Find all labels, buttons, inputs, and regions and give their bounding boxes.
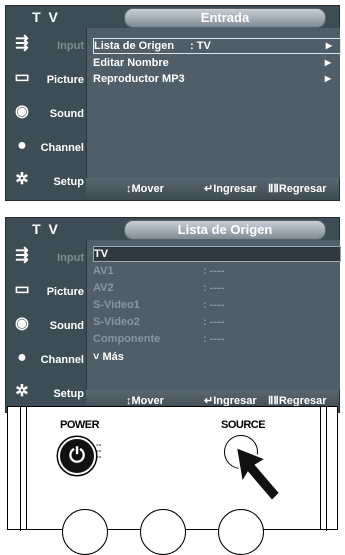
sidebar-item-label: Sound: [49, 320, 84, 332]
sidebar-item-channel[interactable]: ● Channel: [6, 342, 86, 376]
sound-icon: ◉: [15, 103, 29, 120]
sidebar-item-label: Input: [57, 252, 84, 264]
sidebar-item-label: Picture: [46, 286, 84, 298]
channel-icon: ●: [17, 349, 27, 366]
sound-icon: ◉: [15, 315, 29, 332]
arrow-right-icon: ▶: [324, 58, 331, 67]
source-value: : ----: [203, 265, 225, 277]
more-item[interactable]: ˅ Más: [93, 350, 339, 364]
source-item-av1[interactable]: AV1 : ----: [93, 264, 339, 278]
help-bar: ↕Mover ↵Ingresar ⅡⅡRegresar: [86, 178, 339, 200]
menu-item-label: Reproductor MP3: [93, 73, 185, 85]
sidebar-item-label: Picture: [46, 74, 84, 86]
pointer-arrow-icon: [236, 445, 282, 503]
osd-screen-source-list: T V Lista de Origen ⇶ Input ▭ Picture ◉ …: [5, 217, 341, 414]
power-icon: ⏻: [69, 445, 85, 467]
move-hint: ↕Mover: [126, 183, 164, 195]
number-button[interactable]: [218, 509, 264, 555]
more-label: ˅ Más: [93, 351, 124, 363]
input-icon: ⇶: [15, 35, 29, 52]
power-button[interactable]: ⏻: [58, 437, 96, 475]
menu-header: Entrada: [124, 8, 326, 28]
source-value: : ----: [203, 316, 225, 328]
sidebar: ⇶ Input ▭ Picture ◉ Sound ● Channel ✲ Se…: [6, 240, 86, 414]
source-item-s-video2[interactable]: S-Video2 : ----: [93, 315, 339, 329]
picture-icon: ▭: [14, 281, 30, 298]
enter-hint: ↵Ingresar: [204, 183, 257, 195]
sidebar-item-label: Setup: [53, 176, 84, 188]
number-button[interactable]: [62, 509, 108, 555]
source-item-s-video1[interactable]: S-Video1 : ----: [93, 298, 339, 312]
menu-content: Lista de Origen : TV ▶ Editar Nombre ▶ R…: [86, 28, 341, 178]
source-value: : ----: [203, 299, 225, 311]
sidebar-item-label: Channel: [40, 142, 84, 154]
source-label: S-Video1: [93, 299, 140, 311]
source-list-content: TV AV1 : ---- AV2 : ---- S-Video1 : ----…: [86, 240, 341, 390]
remote-control-illustration: POWER ⏻ °° °° °° SOURCE: [7, 406, 338, 555]
setup-icon: ✲: [15, 383, 29, 400]
sidebar-item-input[interactable]: ⇶ Input: [6, 240, 86, 274]
sidebar: ⇶ Input ▭ Picture ◉ Sound ● Channel ✲ Se…: [6, 28, 86, 202]
menu-item-value: : TV: [190, 40, 211, 52]
sidebar-item-picture[interactable]: ▭ Picture: [6, 62, 86, 96]
arrow-right-icon: ▶: [325, 41, 332, 50]
menu-item-reproductor-mp3[interactable]: Reproductor MP3 ▶: [93, 72, 339, 86]
sidebar-item-input[interactable]: ⇶ Input: [6, 28, 86, 62]
menu-item-editar-nombre[interactable]: Editar Nombre ▶: [93, 56, 339, 70]
source-label: TV: [94, 248, 109, 260]
source-item-tv[interactable]: TV: [93, 246, 341, 262]
picture-icon: ▭: [14, 69, 30, 86]
sidebar-item-channel[interactable]: ● Channel: [6, 130, 86, 164]
sidebar-item-label: Sound: [49, 108, 84, 120]
sidebar-item-setup[interactable]: ✲ Setup: [6, 164, 86, 198]
source-label: AV2: [93, 282, 114, 294]
source-value: : ----: [203, 282, 225, 294]
number-button[interactable]: [140, 509, 186, 555]
power-label: POWER: [60, 419, 100, 431]
sidebar-item-picture[interactable]: ▭ Picture: [6, 274, 86, 308]
menu-item-label: Editar Nombre: [93, 57, 169, 69]
sidebar-item-label: Channel: [40, 354, 84, 366]
source-label: SOURCE: [221, 419, 266, 431]
sidebar-title: T V: [32, 9, 60, 25]
source-label: S-Video2: [93, 316, 140, 328]
sidebar-title: T V: [32, 221, 60, 237]
sidebar-item-sound[interactable]: ◉ Sound: [6, 96, 86, 130]
osd-screen-input-menu: T V Entrada ⇶ Input ▭ Picture ◉ Sound ● …: [5, 5, 341, 202]
source-label: Componente: [93, 333, 161, 345]
source-value: : ----: [203, 333, 225, 345]
menu-header: Lista de Origen: [124, 220, 326, 240]
arrow-right-icon: ▶: [324, 74, 331, 83]
input-icon: ⇶: [15, 247, 29, 264]
sidebar-item-sound[interactable]: ◉ Sound: [6, 308, 86, 342]
source-item-av2[interactable]: AV2 : ----: [93, 281, 339, 295]
sidebar-item-label: Setup: [53, 388, 84, 400]
menu-item-lista-de-origen[interactable]: Lista de Origen : TV ▶: [93, 38, 341, 54]
source-label: AV1: [93, 265, 114, 277]
led-dots-icon: °° °° °°: [96, 444, 102, 463]
sidebar-item-label: Input: [57, 40, 84, 52]
source-item-componente[interactable]: Componente : ----: [93, 332, 339, 346]
setup-icon: ✲: [15, 171, 29, 188]
return-hint: ⅡⅡRegresar: [268, 183, 327, 195]
sidebar-item-setup[interactable]: ✲ Setup: [6, 376, 86, 410]
menu-item-label: Lista de Origen: [94, 40, 175, 52]
channel-icon: ●: [17, 137, 27, 154]
